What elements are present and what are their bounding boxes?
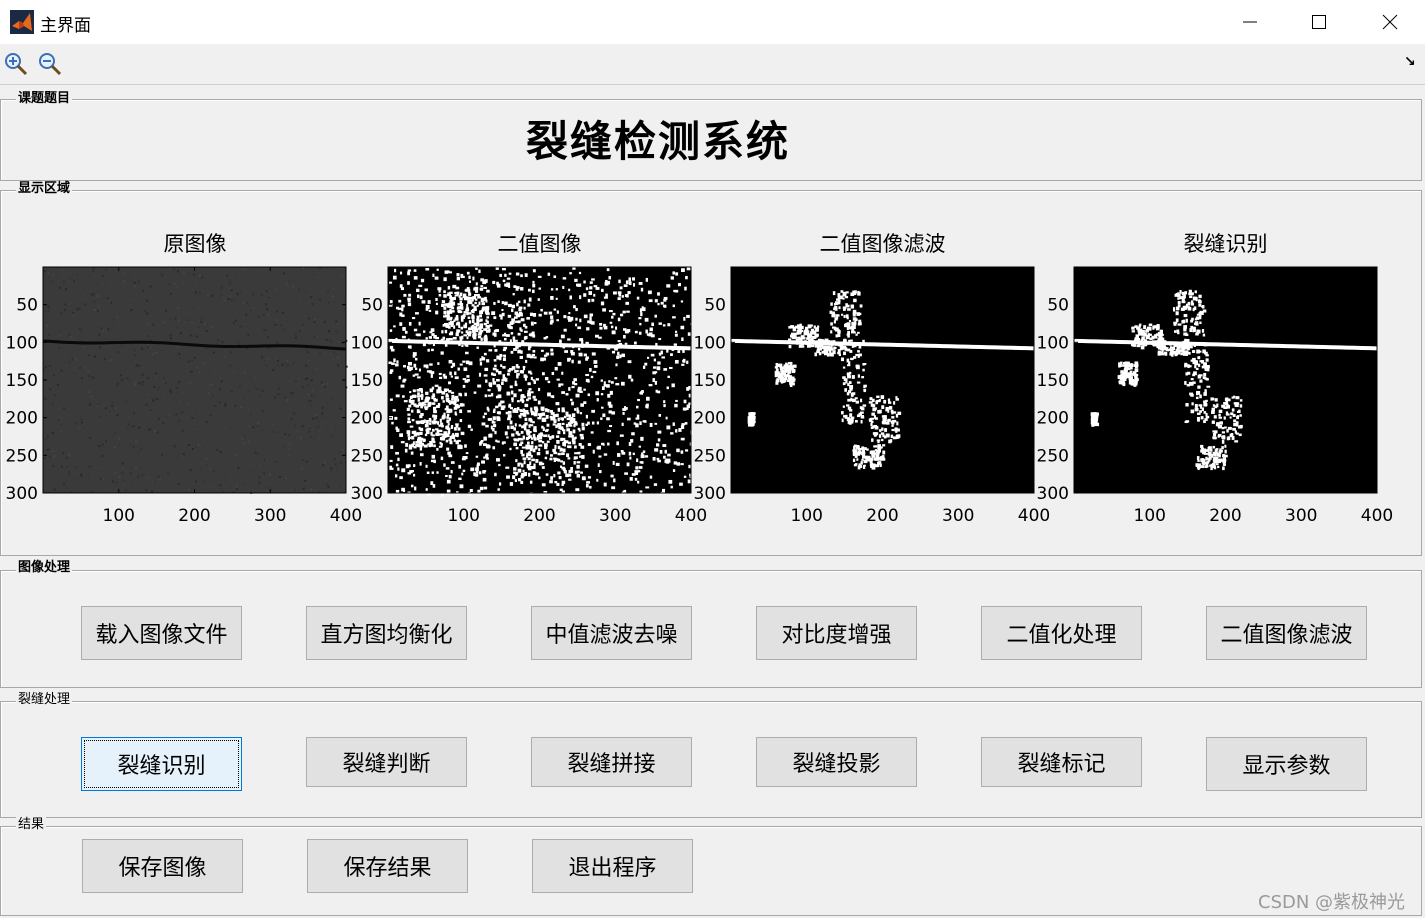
axes-original-image: 100 200 300 40050100150200250300 [6,266,362,526]
maximize-button[interactable] [1286,0,1352,44]
minimize-icon [1243,21,1257,23]
axes-1-title: 原图像 [163,232,227,256]
y-tick-label: 200 [6,409,38,429]
toolbar: ↘ [0,44,1425,85]
y-tick-label: 300 [6,484,38,504]
image-content [42,267,348,494]
y-tick-label: 100 [351,333,383,353]
x-tick-label: 100 [1134,506,1166,526]
histogram-equalization-button[interactable]: 直方图均衡化 [306,606,467,660]
x-tick-label: 100 [103,506,135,526]
y-tick-label: 100 [6,333,38,353]
y-tick-label: 150 [1037,371,1069,391]
image-content [1073,267,1378,493]
crack-judgement-button[interactable]: 裂缝判断 [306,737,467,787]
dock-icon[interactable]: ↘ [1404,54,1416,70]
system-title: 裂缝检测系统 [526,117,791,166]
median-filter-button[interactable]: 中值滤波去噪 [531,606,692,660]
y-tick-label: 300 [351,484,383,504]
crack-mark-button[interactable]: 裂缝标记 [981,737,1142,787]
axes-4-title: 裂缝识别 [1183,232,1268,256]
axes-binary-image: 100 200 300 40050100150200250300 [351,266,707,526]
axes-2-title: 二值图像 [497,232,582,256]
y-tick-label: 50 [704,296,726,316]
results-panel-legend: 结果 [16,817,47,833]
x-tick-label: 400 [1361,506,1393,526]
y-tick-label: 100 [1037,333,1069,353]
image-content [387,267,694,497]
window-title: 主界面 [40,16,91,36]
y-tick-label: 50 [16,296,38,316]
y-tick-label: 200 [351,409,383,429]
y-tick-label: 150 [694,371,726,391]
close-button[interactable] [1357,0,1423,44]
x-tick-label: 200 [866,506,898,526]
x-tick-label: 200 [1209,506,1241,526]
axes-3-title: 二值图像滤波 [819,232,946,256]
close-icon [1382,14,1398,30]
topic-panel-legend: 课题题目 [16,91,73,107]
window-title-bar: 主界面 [0,0,1425,44]
y-tick-label: 250 [1037,446,1069,466]
minimize-button[interactable] [1217,0,1283,44]
crack-stitch-button[interactable]: 裂缝拼接 [531,737,692,787]
y-tick-label: 50 [361,296,383,316]
axes-crack-recognition: 100 200 300 400 50 100 150 200 250 300 [1037,266,1393,526]
y-tick-label: 100 [694,333,726,353]
zoom-out-button[interactable] [36,50,64,78]
crack-processing-panel-legend: 裂缝处理 [16,692,73,708]
x-tick-label: 100 [448,506,480,526]
y-tick-label: 200 [1037,409,1069,429]
x-tick-label: 200 [523,506,555,526]
show-parameters-button[interactable]: 显示参数 [1206,737,1367,791]
y-tick-label: 150 [351,371,383,391]
matlab-app-icon [10,10,34,34]
zoom-in-button[interactable] [2,50,30,78]
x-tick-label: 300 [1285,506,1317,526]
display-panel-legend: 显示区域 [16,181,73,197]
binarize-button[interactable]: 二值化处理 [981,606,1142,660]
x-tick-label: 300 [599,506,631,526]
csdn-watermark: CSDN @紫极神光 [1258,892,1406,913]
y-tick-label: 300 [1037,484,1069,504]
binary-filter-button[interactable]: 二值图像滤波 [1206,606,1367,660]
maximize-icon [1312,15,1326,29]
y-tick-label: 250 [351,446,383,466]
x-tick-label: 300 [254,506,286,526]
image-processing-panel-legend: 图像处理 [16,560,73,576]
y-tick-label: 300 [694,484,726,504]
y-tick-label: 250 [6,446,38,466]
zoom-in-icon [5,53,28,76]
crack-recognition-button[interactable]: 裂缝识别 [81,737,242,791]
x-tick-label: 300 [942,506,974,526]
contrast-enhance-button[interactable]: 对比度增强 [756,606,917,660]
axes-binary-filtered: 100 200 300 40050100150200250300 [694,266,1050,526]
y-tick-label: 200 [694,409,726,429]
save-image-button[interactable]: 保存图像 [82,839,243,893]
load-image-button[interactable]: 载入图像文件 [81,606,242,660]
exit-program-button[interactable]: 退出程序 [532,839,693,893]
image-content [730,267,1035,493]
x-tick-label: 200 [178,506,210,526]
y-tick-label: 50 [1047,296,1069,316]
zoom-out-icon [39,53,62,76]
y-tick-label: 250 [694,446,726,466]
y-tick-label: 150 [6,371,38,391]
save-result-button[interactable]: 保存结果 [307,839,468,893]
x-tick-label: 100 [791,506,823,526]
crack-projection-button[interactable]: 裂缝投影 [756,737,917,787]
